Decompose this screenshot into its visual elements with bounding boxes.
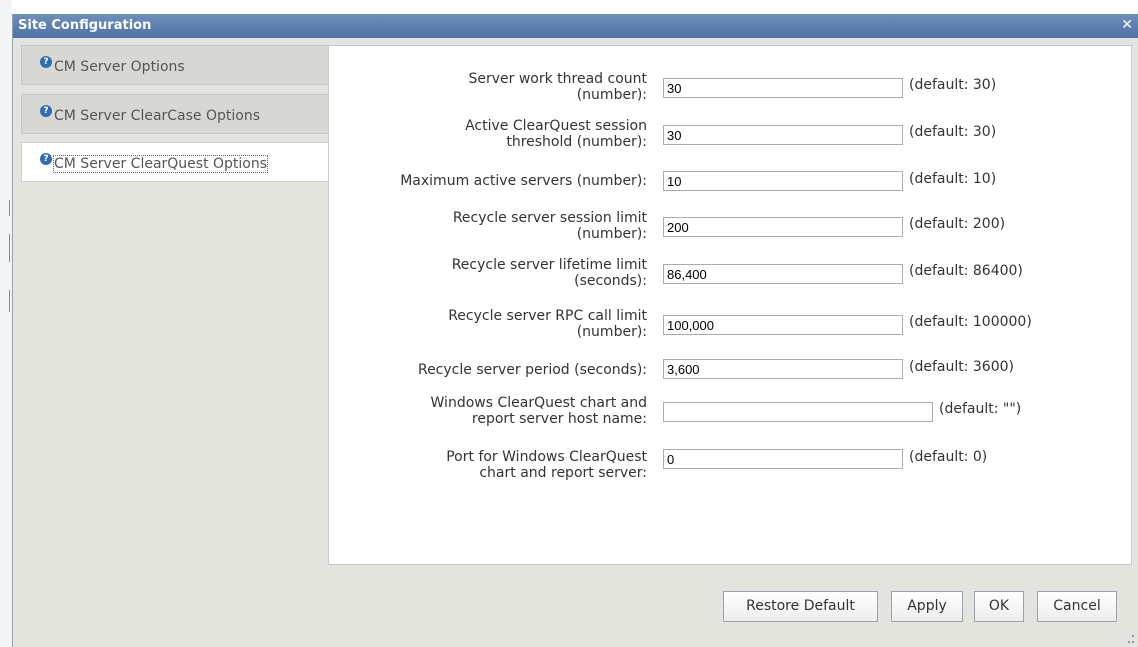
maximum-active-servers-input[interactable]: [663, 171, 903, 191]
site-configuration-dialog: Site Configuration ✕ ? CM Server Options…: [12, 14, 1138, 647]
active-clearquest-session-threshold-input[interactable]: [663, 125, 903, 145]
field-label-line: chart and report server:: [479, 465, 647, 481]
field-label: Server work thread count (number):: [468, 71, 647, 103]
field-label-line: Recycle server RPC call limit: [448, 308, 647, 324]
background-edge-mark: [9, 200, 10, 216]
tab-cm-server-clearcase-options[interactable]: ? CM Server ClearCase Options: [21, 94, 328, 134]
restore-default-button[interactable]: Restore Default: [723, 591, 878, 622]
close-icon[interactable]: ✕: [1121, 17, 1133, 33]
tab-label: CM Server ClearCase Options: [54, 108, 261, 124]
field-label-line: Active ClearQuest session: [465, 118, 647, 134]
default-value: (default: 200): [909, 216, 1006, 232]
field-label-line: Port for Windows ClearQuest: [446, 449, 647, 465]
help-icon: ?: [40, 56, 52, 68]
tab-label: CM Server Options: [54, 59, 185, 75]
default-value: (default: 86400): [909, 263, 1023, 279]
field-label-line: report server host name:: [471, 411, 647, 427]
help-icon: ?: [40, 105, 52, 117]
field-label-line: Recycle server period (seconds):: [417, 362, 647, 378]
field-label-line: Windows ClearQuest chart and: [430, 395, 647, 411]
ok-button[interactable]: OK: [974, 591, 1024, 622]
resize-grip-icon[interactable]: [1128, 635, 1134, 643]
default-value: (default: 3600): [909, 359, 1014, 375]
cancel-button[interactable]: Cancel: [1037, 591, 1117, 622]
apply-button[interactable]: Apply: [891, 591, 963, 622]
background-edge-mark: [9, 290, 10, 312]
field-label: Recycle server session limit (number):: [453, 210, 647, 242]
field-label: Recycle server lifetime limit (seconds):: [452, 257, 647, 289]
tab-cm-server-clearquest-options[interactable]: ? CM Server ClearQuest Options: [21, 142, 328, 182]
field-label: Windows ClearQuest chart and report serv…: [431, 395, 647, 427]
field-label-line: Recycle server session limit: [452, 210, 647, 226]
field-label-line: (number):: [576, 324, 647, 340]
default-value: (default: 0): [909, 449, 988, 465]
field-label-line: (seconds):: [574, 273, 647, 289]
field-label: Port for Windows ClearQuest chart and re…: [446, 449, 647, 481]
default-value: (default: ""): [939, 401, 1022, 417]
dialog-title: Site Configuration: [18, 18, 152, 33]
default-value: (default: 10): [909, 171, 997, 187]
field-label: Recycle server RPC call limit (number):: [448, 308, 647, 340]
chart-report-server-port-input[interactable]: [663, 449, 903, 469]
default-value: (default: 30): [909, 77, 997, 93]
recycle-server-period-input[interactable]: [663, 359, 903, 379]
default-value: (default: 100000): [909, 314, 1032, 330]
field-label-line: (number):: [576, 87, 647, 103]
chart-report-server-host-name-input[interactable]: [663, 402, 933, 422]
recycle-server-session-limit-input[interactable]: [663, 217, 903, 237]
field-label-line: (number):: [576, 226, 647, 242]
recycle-server-lifetime-limit-input[interactable]: [663, 264, 903, 284]
clearquest-options-panel: Server work thread count (number): (defa…: [328, 45, 1132, 565]
background-window-edge: [0, 0, 12, 647]
field-label-line: Server work thread count: [468, 71, 647, 87]
field-label: Recycle server period (seconds):: [418, 362, 647, 378]
recycle-server-rpc-call-limit-input[interactable]: [663, 315, 903, 335]
server-work-thread-count-input[interactable]: [663, 78, 903, 98]
default-value: (default: 30): [909, 124, 997, 140]
tab-label: CM Server ClearQuest Options: [52, 155, 269, 173]
tab-cm-server-options[interactable]: ? CM Server Options: [21, 45, 328, 85]
background-edge-mark: [9, 234, 10, 262]
field-label: Maximum active servers (number):: [400, 173, 647, 189]
field-label-line: Maximum active servers (number):: [400, 173, 647, 189]
field-label-line: Recycle server lifetime limit: [451, 257, 647, 273]
dialog-titlebar[interactable]: Site Configuration ✕: [13, 14, 1138, 38]
help-icon: ?: [40, 153, 52, 165]
field-label: Active ClearQuest session threshold (num…: [465, 118, 647, 150]
field-label-line: threshold (number):: [506, 134, 647, 150]
